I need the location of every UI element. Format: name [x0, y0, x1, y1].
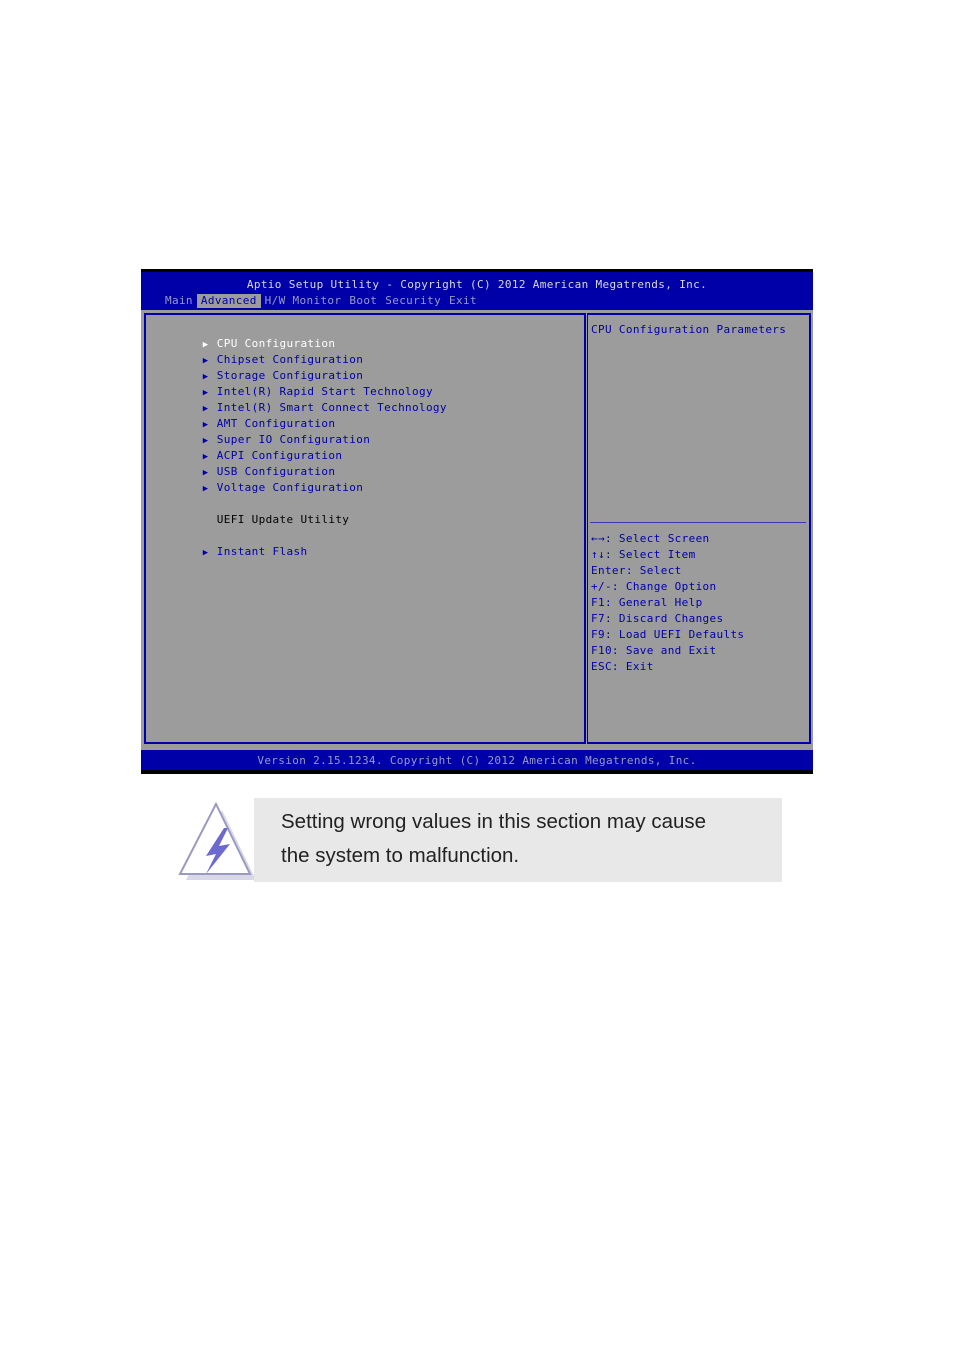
bios-title: Aptio Setup Utility - Copyright (C) 2012… — [246, 278, 708, 291]
tab-boot[interactable]: Boot — [345, 294, 381, 308]
help-pane: CPU Configuration Parameters ←→: Select … — [587, 313, 811, 744]
key-hint-enter: Enter: Select — [591, 564, 682, 577]
submenu-arrow-icon: ▶ — [202, 548, 209, 558]
tab-hw-monitor[interactable]: H/W Monitor — [261, 294, 346, 308]
key-hint-discard-changes: F7: Discard Changes — [591, 612, 724, 625]
help-divider — [590, 522, 806, 523]
menu-item-instant-flash[interactable]: ▶ Instant Flash — [147, 528, 307, 558]
key-hint-select-screen: ←→: Select Screen — [591, 532, 710, 545]
warning-text-line-2: the system to malfunction. — [281, 844, 520, 867]
warning-text-line-1: Setting wrong values in this section may… — [281, 810, 707, 833]
bios-body: ▶ CPU Configuration ▶ Chipset Configuratio… — [141, 310, 813, 750]
key-legend: ←→: Select Screen ↑↓: Select Item Enter:… — [591, 531, 744, 675]
section-label-uefi-update-utility: UEFI Update Utility — [216, 513, 350, 526]
tab-exit[interactable]: Exit — [445, 294, 481, 308]
menu-item-usb-configuration[interactable]: ▶ USB Configuration — [147, 448, 335, 478]
menu-item-smart-connect[interactable]: ▶ Intel(R) Smart Connect Technology — [147, 384, 447, 414]
menu-item-super-io-configuration[interactable]: ▶ Super IO Configuration — [147, 416, 370, 446]
tab-security[interactable]: Security — [381, 294, 445, 308]
menu-item-acpi-configuration[interactable]: ▶ ACPI Configuration — [147, 432, 342, 462]
menu-item-chipset-configuration[interactable]: ▶ Chipset Configuration — [147, 336, 363, 366]
key-hint-exit: ESC: Exit — [591, 660, 654, 673]
menu-item-cpu-configuration[interactable]: ▶ CPU Configuration — [147, 320, 335, 350]
menu-item-rapid-start[interactable]: ▶ Intel(R) Rapid Start Technology — [147, 368, 433, 398]
warning-text: Setting wrong values in this section may… — [281, 805, 771, 873]
bios-tab-bar: Main Advanced H/W Monitor Boot Security … — [161, 294, 481, 308]
warning-callout: Setting wrong values in this section may… — [254, 798, 782, 882]
bios-setup-screen: Aptio Setup Utility - Copyright (C) 2012… — [141, 269, 813, 774]
item-help-text: CPU Configuration Parameters — [591, 323, 787, 336]
tab-advanced[interactable]: Advanced — [196, 294, 261, 308]
tab-main[interactable]: Main — [161, 294, 197, 308]
key-hint-general-help: F1: General Help — [591, 596, 703, 609]
menu-pane: ▶ CPU Configuration ▶ Chipset Configuratio… — [144, 313, 586, 744]
key-hint-load-defaults: F9: Load UEFI Defaults — [591, 628, 745, 641]
bios-header: Aptio Setup Utility - Copyright (C) 2012… — [141, 272, 813, 310]
warning-lightning-icon — [178, 801, 256, 880]
submenu-arrow-icon: ▶ — [202, 484, 209, 494]
key-hint-change-option: +/-: Change Option — [591, 580, 717, 593]
menu-item-amt-configuration[interactable]: ▶ AMT Configuration — [147, 400, 335, 430]
bios-version-footer: Version 2.15.1234. Copyright (C) 2012 Am… — [141, 750, 813, 770]
key-hint-save-exit: F10: Save and Exit — [591, 644, 717, 657]
menu-item-storage-configuration[interactable]: ▶ Storage Configuration — [147, 352, 363, 382]
menu-item-voltage-configuration[interactable]: ▶ Voltage Configuration — [147, 464, 363, 494]
key-hint-select-item: ↑↓: Select Item — [591, 548, 696, 561]
